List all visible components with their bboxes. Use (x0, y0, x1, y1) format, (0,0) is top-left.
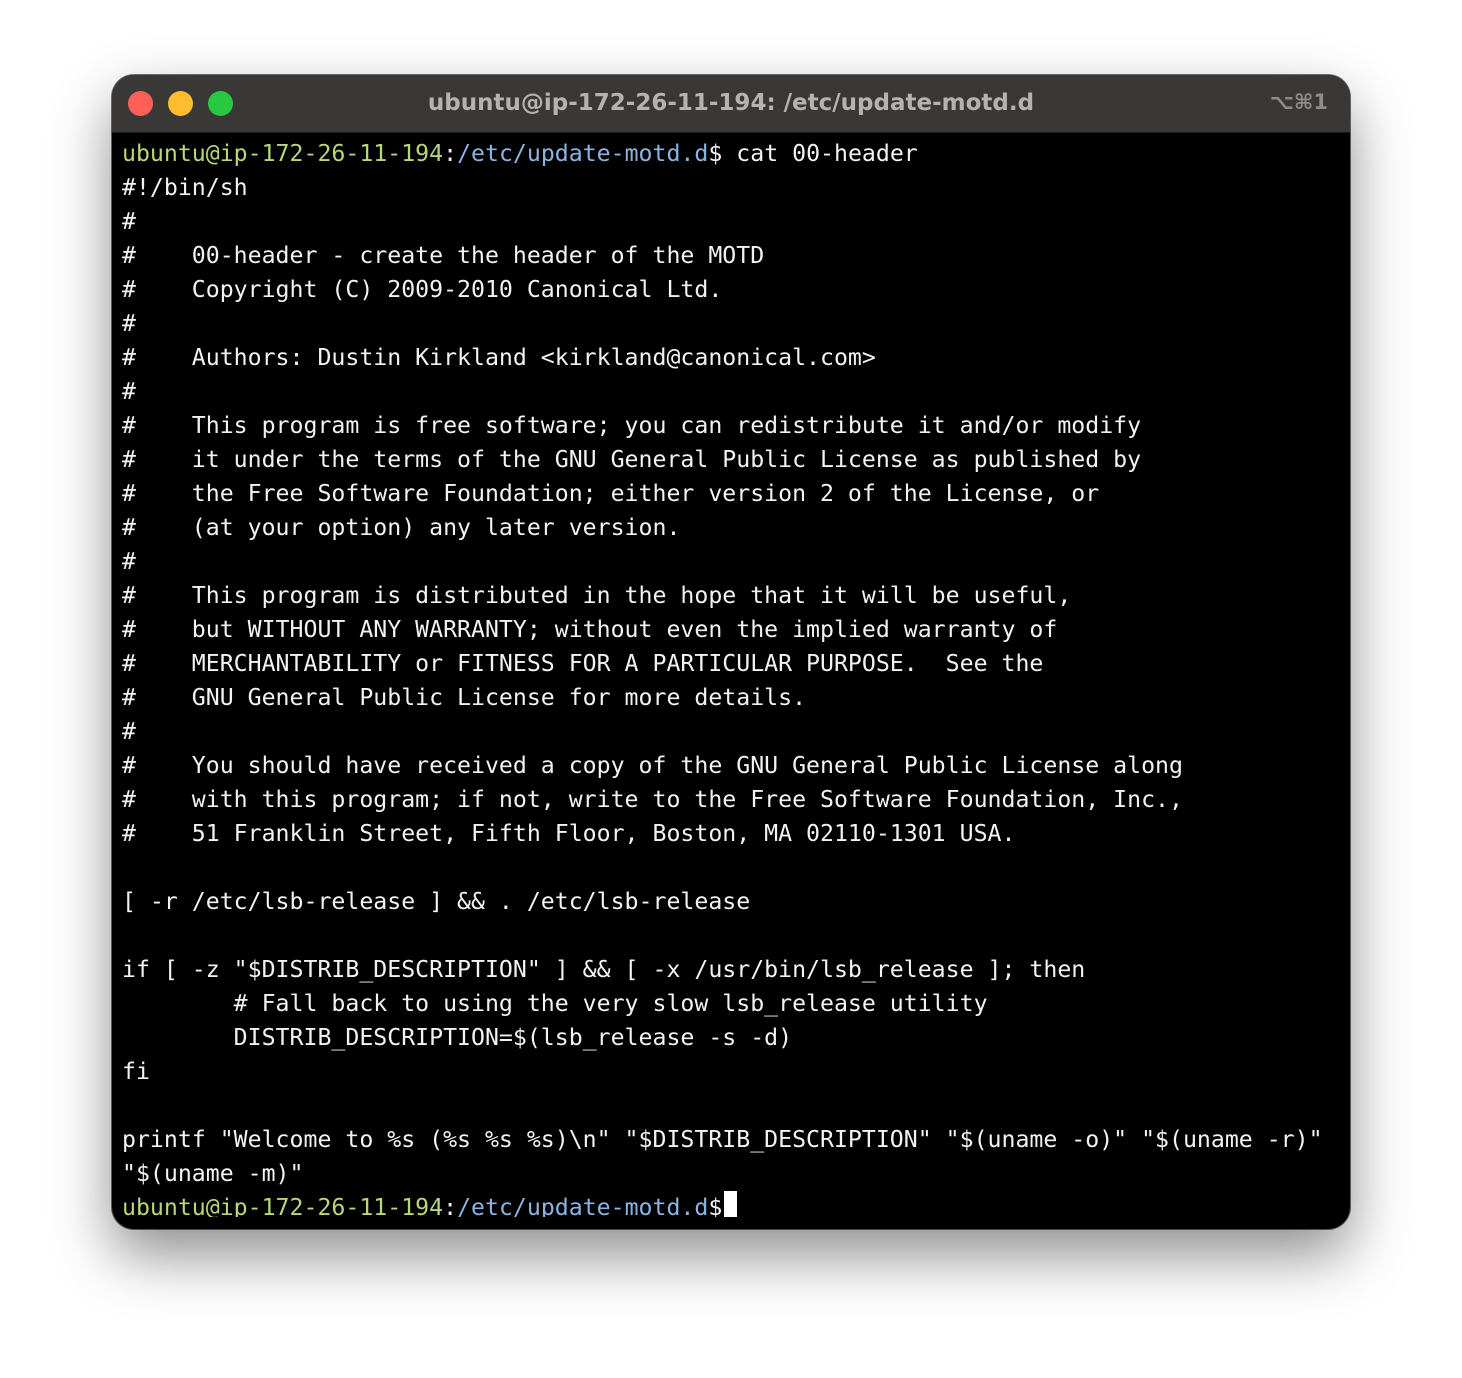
output-line: # This program is distributed in the hop… (122, 582, 1072, 609)
prompt-user-host: ubuntu@ip-172-26-11-194 (122, 140, 444, 167)
output-line: #!/bin/sh (122, 174, 248, 201)
window-title: ubuntu@ip-172-26-11-194: /etc/update-mot… (427, 90, 1035, 116)
prompt-symbol: $ (708, 140, 723, 167)
text-cursor[interactable] (724, 1191, 738, 1217)
prompt-path: /etc/update-motd.d (457, 1194, 709, 1217)
output-line: fi (122, 1058, 150, 1085)
output-line: # (122, 310, 136, 337)
output-line: # GNU General Public License for more de… (122, 684, 807, 711)
output-line: # (at your option) any later version. (122, 514, 681, 541)
output-line: # Fall back to using the very slow lsb_r… (122, 990, 988, 1017)
output-line: # 51 Franklin Street, Fifth Floor, Bosto… (122, 820, 1016, 847)
active-prompt-line[interactable]: ubuntu@ip-172-26-11-194:/etc/update-motd… (122, 1191, 1342, 1217)
output-line: # MERCHANTABILITY or FITNESS FOR A PARTI… (122, 650, 1044, 677)
output-line: DISTRIB_DESCRIPTION=$(lsb_release -s -d) (122, 1024, 793, 1051)
command-line: ubuntu@ip-172-26-11-194:/etc/update-motd… (122, 137, 1342, 171)
output-line: [ -r /etc/lsb-release ] && . /etc/lsb-re… (122, 888, 751, 915)
output-line: # but WITHOUT ANY WARRANTY; without even… (122, 616, 1058, 643)
prompt-separator: : (443, 140, 458, 167)
output-line: # This program is free software; you can… (122, 412, 1142, 439)
prompt-symbol: $ (708, 1194, 723, 1217)
terminal-content[interactable]: ubuntu@ip-172-26-11-194:/etc/update-motd… (122, 137, 1342, 1217)
output-line: # Copyright (C) 2009-2010 Canonical Ltd. (122, 276, 723, 303)
output-line: # You should have received a copy of the… (122, 752, 1183, 779)
command-text: cat 00-header (722, 140, 918, 167)
output-line: # with this program; if not, write to th… (122, 786, 1183, 813)
output-line: printf "Welcome to %s (%s %s %s)\n" "$DI… (122, 1126, 1323, 1153)
prompt-path: /etc/update-motd.d (457, 140, 709, 167)
window-shortcut: ⌥⌘1 (1269, 90, 1328, 114)
output-line: # the Free Software Foundation; either v… (122, 480, 1100, 507)
output-line: "$(uname -m)" (122, 1160, 304, 1187)
prompt-user-host: ubuntu@ip-172-26-11-194 (122, 1194, 444, 1217)
output-line: # it under the terms of the GNU General … (122, 446, 1142, 473)
output-line: # Authors: Dustin Kirkland <kirkland@can… (122, 344, 876, 371)
title-bar[interactable]: ubuntu@ip-172-26-11-194: /etc/update-mot… (112, 75, 1350, 133)
prompt-separator: : (443, 1194, 458, 1217)
output-line: # 00-header - create the header of the M… (122, 242, 765, 269)
output-line: if [ -z "$DISTRIB_DESCRIPTION" ] && [ -x… (122, 956, 1086, 983)
output-line: # (122, 548, 136, 575)
output-line: # (122, 208, 136, 235)
output-line: # (122, 378, 136, 405)
terminal-window: ubuntu@ip-172-26-11-194: /etc/update-mot… (112, 75, 1350, 1229)
output-line: # (122, 718, 136, 745)
